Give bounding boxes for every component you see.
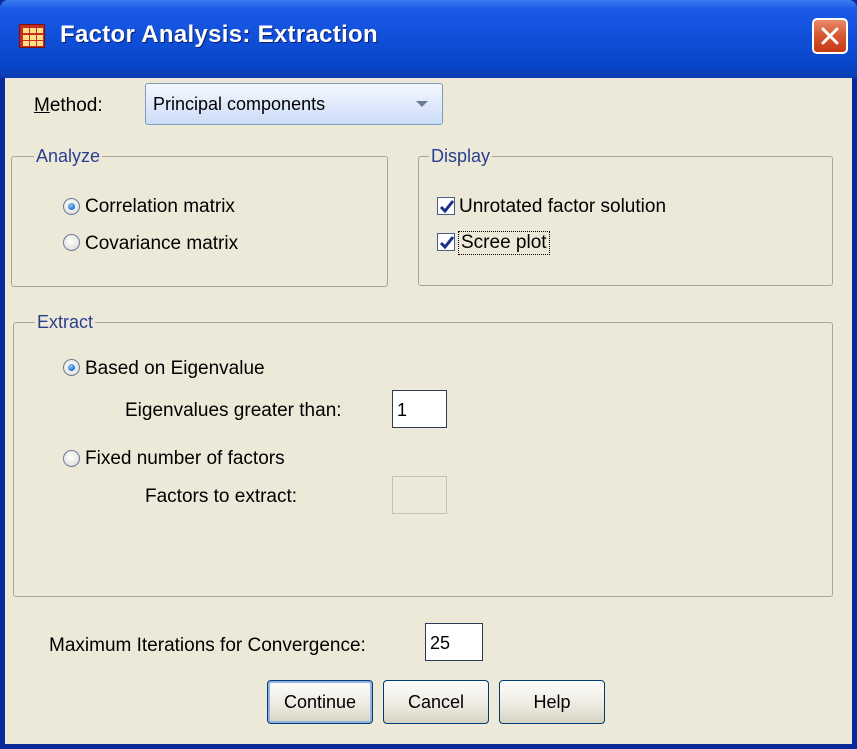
dialog-body: Method: Principal components Analyze Cor… [5, 78, 852, 744]
unrotated-solution-checkbox[interactable] [437, 197, 455, 215]
correlation-matrix-label[interactable]: Correlation matrix [85, 196, 235, 218]
continue-button[interactable]: Continue [267, 680, 373, 724]
covariance-matrix-radio[interactable] [63, 234, 80, 251]
method-value: Principal components [153, 94, 326, 114]
max-iterations-label: Maximum Iterations for Convergence: [49, 635, 366, 656]
close-button[interactable] [812, 18, 848, 54]
fixed-number-label[interactable]: Fixed number of factors [85, 448, 285, 470]
unrotated-solution-label[interactable]: Unrotated factor solution [459, 196, 666, 218]
method-label: Method: [34, 95, 103, 117]
based-on-eigenvalue-label[interactable]: Based on Eigenvalue [85, 358, 265, 380]
eigenvalue-input[interactable]: 1 [392, 390, 447, 428]
display-legend: Display [429, 146, 493, 167]
scree-plot-label[interactable]: Scree plot [458, 231, 550, 255]
chevron-down-icon [416, 101, 428, 107]
eigenvalues-label: Eigenvalues greater than: [125, 400, 342, 421]
method-dropdown[interactable]: Principal components [145, 83, 443, 125]
close-icon [821, 27, 839, 45]
help-button[interactable]: Help [499, 680, 605, 724]
method-label-text: ethod: [49, 95, 103, 116]
factors-to-extract-input[interactable] [392, 476, 447, 514]
cancel-button[interactable]: Cancel [383, 680, 489, 724]
scree-plot-checkbox[interactable] [437, 233, 455, 251]
factors-to-extract-label: Factors to extract: [145, 486, 298, 507]
based-on-eigenvalue-radio[interactable] [63, 359, 80, 376]
max-iterations-value: 25 [430, 633, 451, 653]
display-group [418, 156, 833, 286]
eigenvalue-value: 1 [397, 400, 408, 420]
title-bar[interactable]: Factor Analysis: Extraction [0, 0, 857, 78]
max-iterations-input[interactable]: 25 [425, 623, 483, 661]
method-label-mnemonic: M [34, 95, 50, 116]
check-icon [439, 236, 455, 250]
fixed-number-radio[interactable] [63, 450, 80, 467]
window-title: Factor Analysis: Extraction [60, 21, 378, 48]
check-icon [439, 200, 455, 214]
correlation-matrix-radio[interactable] [63, 198, 80, 215]
covariance-matrix-label[interactable]: Covariance matrix [85, 233, 238, 255]
extract-legend: Extract [35, 312, 96, 333]
analyze-group [11, 156, 388, 287]
analyze-legend: Analyze [34, 146, 103, 167]
spss-table-icon [19, 24, 45, 48]
